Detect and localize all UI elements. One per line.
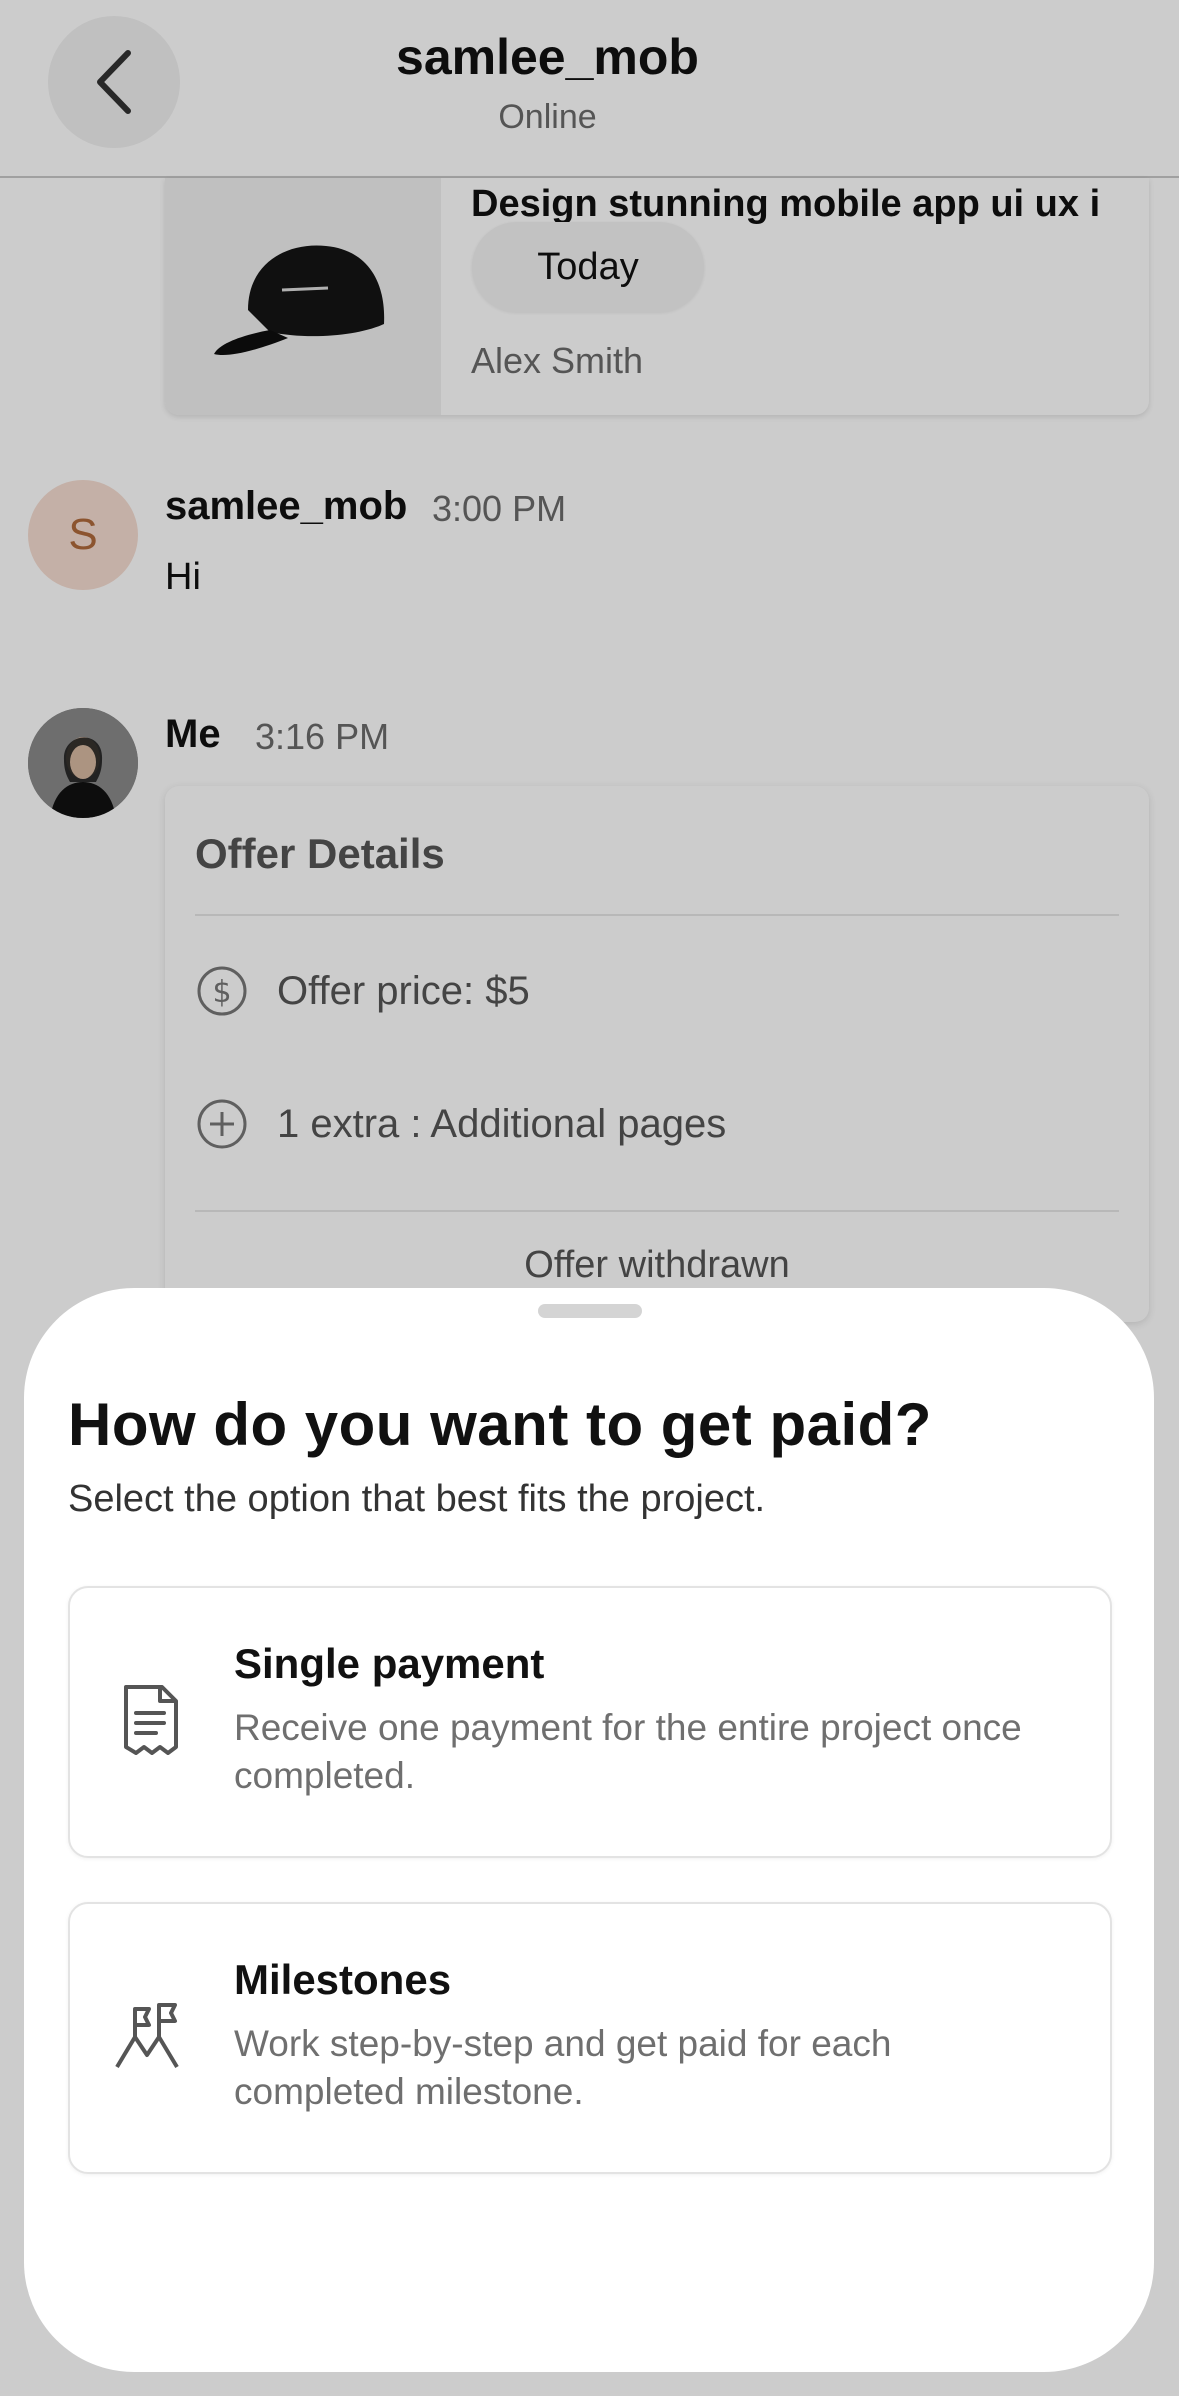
option-description: Work step-by-step and get paid for each … [234,2023,892,2112]
payment-method-sheet: How do you want to get paid? Select the … [24,1288,1154,2372]
sheet-title: How do you want to get paid? [68,1391,932,1458]
option-title: Single payment [234,1640,545,1687]
drag-handle[interactable] [538,1304,642,1318]
option-description: Receive one payment for the entire proje… [234,1707,1022,1796]
single-payment-option[interactable]: Single payment Receive one payment for t… [68,1586,1112,1858]
receipt-icon [108,1678,192,1762]
milestone-flags-icon [108,1994,192,2078]
option-title: Milestones [234,1956,452,2003]
sheet-subtitle: Select the option that best fits the pro… [68,1478,766,1520]
milestones-option[interactable]: Milestones Work step-by-step and get pai… [68,1902,1112,2174]
